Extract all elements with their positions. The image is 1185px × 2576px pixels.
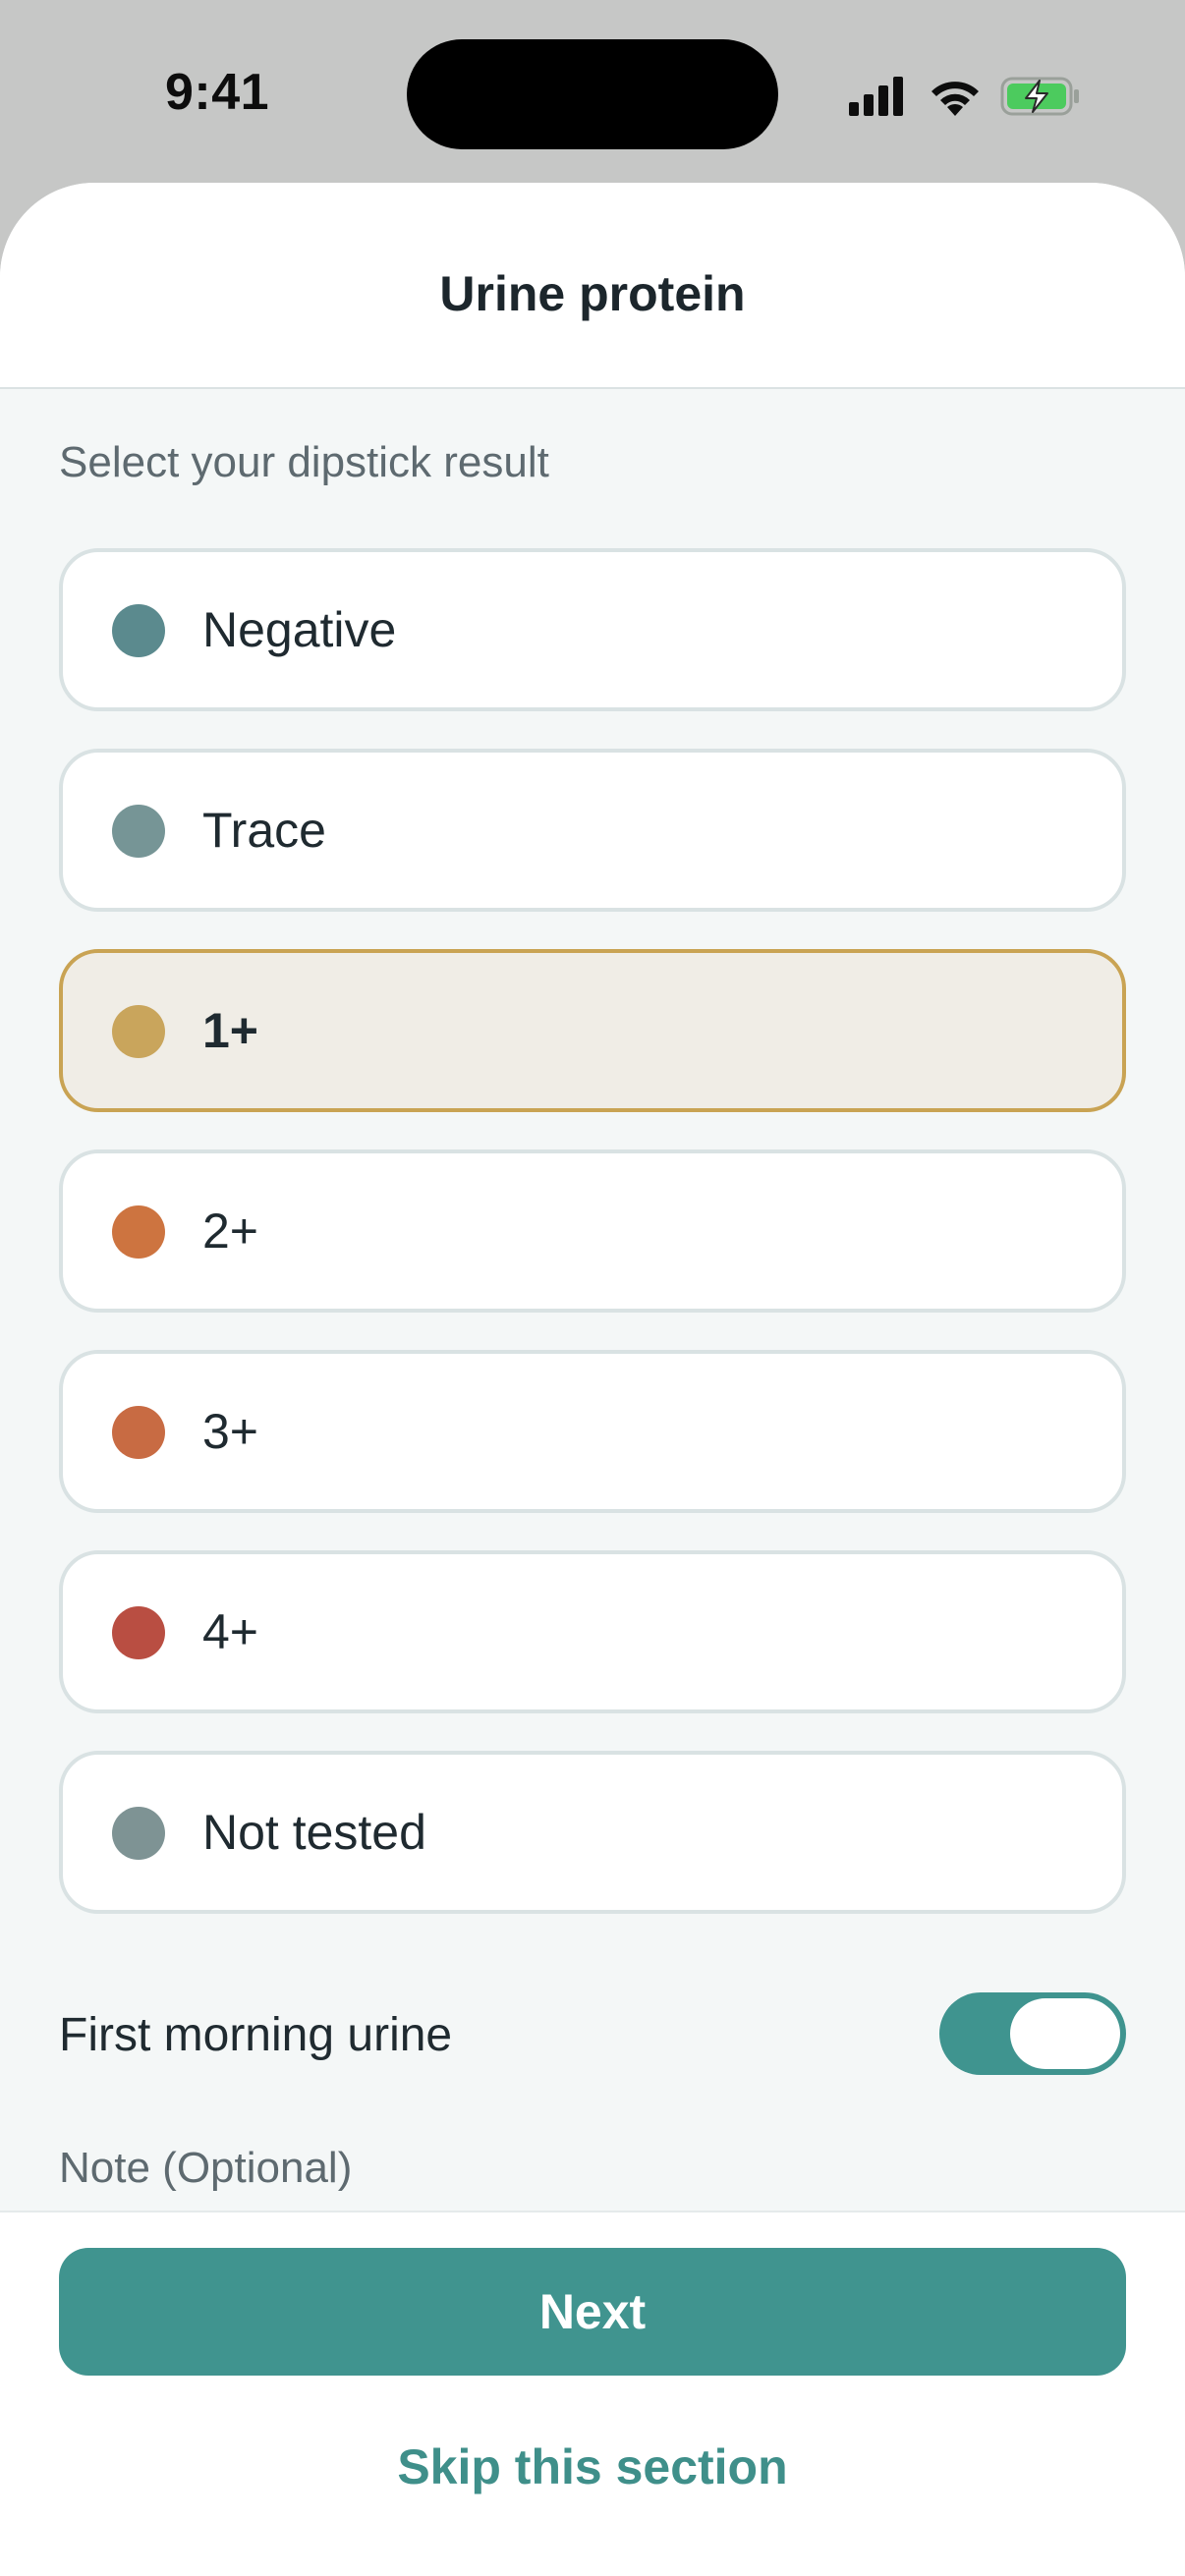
option-label: 2+: [202, 1204, 259, 1259]
battery-charging-icon: [1000, 77, 1079, 116]
color-dot: [112, 604, 165, 657]
cellular-signal-icon: [849, 77, 903, 116]
toggle-knob: [1010, 1998, 1120, 2069]
option-2[interactable]: 2+: [59, 1149, 1126, 1313]
option-label: Negative: [202, 602, 397, 657]
option-label: 1+: [202, 1003, 259, 1058]
next-button[interactable]: Next: [59, 2248, 1126, 2376]
option-negative[interactable]: Negative: [59, 548, 1126, 711]
option-label: 3+: [202, 1404, 259, 1459]
footer: Next Skip this section: [0, 2211, 1185, 2576]
sheet-header: Urine protein: [0, 183, 1185, 389]
color-dot: [112, 1005, 165, 1058]
option-1[interactable]: 1+: [59, 949, 1126, 1112]
first-morning-urine-toggle[interactable]: [939, 1992, 1126, 2075]
color-dot: [112, 1205, 165, 1259]
option-label: Not tested: [202, 1805, 426, 1860]
color-dot: [112, 1406, 165, 1459]
color-dot: [112, 805, 165, 858]
option-label: 4+: [202, 1604, 259, 1659]
color-dot: [112, 1807, 165, 1860]
note-label: Note (Optional): [59, 2144, 353, 2192]
toggle-label: First morning urine: [59, 2009, 453, 2061]
status-time: 9:41: [165, 64, 270, 121]
dynamic-island: [407, 39, 778, 149]
wifi-icon: [931, 82, 979, 116]
option-trace[interactable]: Trace: [59, 749, 1126, 912]
color-dot: [112, 1606, 165, 1659]
first-morning-urine-row: First morning urine: [59, 1992, 1126, 2075]
section-label: Select your dipstick result: [59, 438, 549, 486]
option-4[interactable]: 4+: [59, 1550, 1126, 1713]
option-label: Trace: [202, 803, 326, 858]
page-title: Urine protein: [439, 266, 746, 321]
status-bar: 9:41: [0, 0, 1185, 187]
skip-section-link[interactable]: Skip this section: [0, 2438, 1185, 2495]
option-3[interactable]: 3+: [59, 1350, 1126, 1513]
option-not-tested[interactable]: Not tested: [59, 1751, 1126, 1914]
